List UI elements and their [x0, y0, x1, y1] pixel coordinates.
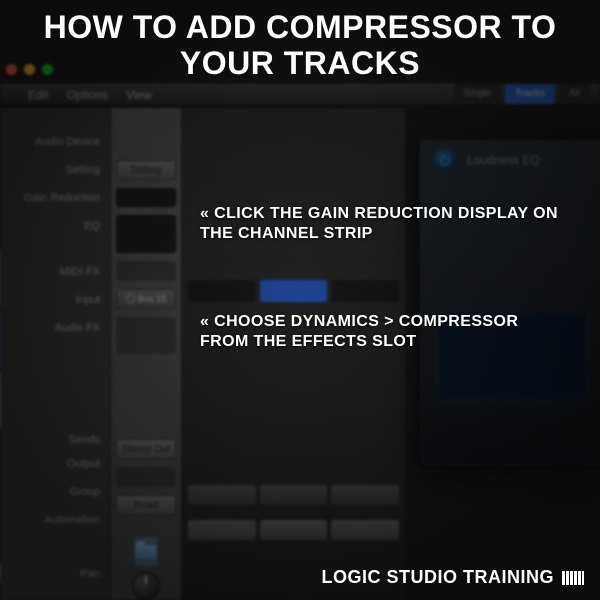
fx-slot[interactable] [188, 280, 256, 302]
automation-slot[interactable] [260, 520, 328, 540]
output-slot-other[interactable] [331, 485, 399, 505]
midi-fx-slot[interactable] [116, 261, 176, 281]
output-row [182, 485, 405, 505]
minimize-window-icon[interactable] [24, 64, 35, 75]
label-input: Input [0, 286, 110, 314]
label-setting: Setting [0, 156, 110, 184]
automation-slot[interactable] [331, 520, 399, 540]
label-pan: Pan [0, 560, 110, 588]
plugin-window[interactable]: ⏻ Loudness EQ [418, 138, 600, 468]
label-output: Output [0, 450, 110, 478]
window-traffic-lights [6, 64, 53, 75]
power-icon[interactable]: ⏻ [433, 148, 457, 172]
gain-reduction-display[interactable] [116, 188, 176, 208]
input-ring-icon [126, 294, 135, 303]
eq-thumbnail[interactable] [116, 215, 176, 253]
zoom-window-icon[interactable] [42, 64, 53, 75]
tab-tracks[interactable]: Tracks [505, 84, 555, 104]
plugin-title: Loudness EQ [467, 153, 540, 167]
input-value: Bus 15 [138, 289, 166, 309]
label-audio-fx: Audio FX [0, 314, 110, 360]
label-audio-device: Audio Device [0, 128, 110, 156]
fx-row [182, 280, 405, 302]
close-window-icon[interactable] [6, 64, 17, 75]
output-slot-other[interactable] [188, 485, 256, 505]
plugin-header: ⏻ Loudness EQ [419, 139, 600, 181]
fx-slot-selected[interactable] [260, 280, 328, 302]
label-gain-reduction: Gain Reduction [0, 184, 110, 212]
brand-label: LOGIC STUDIO TRAINING [322, 567, 555, 588]
label-eq: EQ [0, 212, 110, 258]
audio-device-slot[interactable] [116, 132, 176, 152]
brand-watermark: LOGIC STUDIO TRAINING [322, 567, 585, 588]
tab-all[interactable]: All [559, 84, 590, 104]
tab-single[interactable]: Single [453, 84, 501, 104]
label-automation: Automation [0, 506, 110, 534]
mixer-view-tabs: Single Tracks All [453, 84, 590, 104]
fx-slot[interactable] [331, 280, 399, 302]
input-slot[interactable]: Bus 15 [116, 289, 176, 309]
other-channel-strips [182, 108, 405, 600]
strip-labels-column: Audio Device Setting Gain Reduction EQ M… [0, 108, 110, 600]
menu-options[interactable]: Options [67, 88, 108, 102]
automation-mode-button[interactable]: Read [116, 495, 176, 515]
track-icon-slot[interactable] [135, 537, 157, 567]
audio-fx-slot[interactable] [116, 317, 176, 354]
piano-icon [562, 571, 584, 585]
plugin-display [437, 311, 587, 401]
setting-button[interactable]: Setting [116, 160, 176, 180]
group-slot[interactable] [116, 467, 176, 487]
automation-row [182, 520, 405, 540]
label-group: Group [0, 478, 110, 506]
menu-view[interactable]: View [126, 88, 152, 102]
menu-edit[interactable]: Edit [28, 88, 49, 102]
pan-knob[interactable] [132, 572, 160, 600]
output-slot[interactable]: Stereo Out [116, 439, 176, 459]
daw-background: Edit Options View Single Tracks All ear … [0, 0, 600, 600]
automation-slot[interactable] [188, 520, 256, 540]
label-sends: Sends [0, 360, 110, 450]
output-slot-other[interactable] [260, 485, 328, 505]
label-midi-fx: MIDI FX [0, 258, 110, 286]
folder-icon [135, 545, 157, 559]
channel-strip: Setting Bus 15 Stereo Out Read [110, 108, 182, 600]
